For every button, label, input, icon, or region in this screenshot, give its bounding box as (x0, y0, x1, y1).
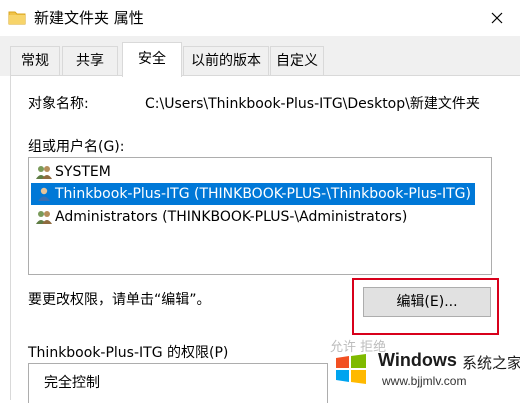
tab-customize[interactable]: 自定义 (270, 46, 324, 75)
list-item-label: SYSTEM (55, 164, 111, 180)
window-title: 新建文件夹 属性 (34, 9, 144, 27)
user-icon (38, 187, 50, 201)
watermark-brand: Windows (378, 350, 457, 370)
close-button[interactable] (474, 0, 520, 36)
user-group-icon (36, 211, 52, 224)
watermark: Windows 系统之家 www.bjjmlv.com (330, 340, 520, 400)
permission-full-control: 完全控制 (44, 375, 100, 391)
tab-strip: 常规 共享 安全 以前的版本 自定义 (0, 36, 520, 77)
watermark-brand-cn: 系统之家 (462, 354, 520, 372)
list-item-label: Thinkbook-Plus-ITG (THINKBOOK-PLUS-\Thin… (55, 186, 471, 202)
tab-previous-versions[interactable]: 以前的版本 (183, 46, 269, 75)
object-name-label: 对象名称: (28, 96, 89, 112)
list-item-label: Administrators (THINKBOOK-PLUS-\Administ… (55, 209, 408, 225)
object-name-value: C:\Users\Thinkbook-Plus-ITG\Desktop\新建文件… (145, 96, 480, 112)
windows-logo-icon (336, 354, 366, 384)
watermark-url: www.bjjmlv.com (382, 374, 467, 388)
list-item-system[interactable]: SYSTEM (31, 161, 115, 183)
tab-sharing[interactable]: 共享 (62, 46, 118, 75)
title-bar: 新建文件夹 属性 (0, 0, 520, 36)
folder-icon (8, 11, 26, 25)
change-permissions-hint: 要更改权限，请单击“编辑”。 (28, 292, 211, 308)
user-group-icon (36, 166, 52, 179)
users-listbox[interactable]: SYSTEM Thinkbook-Plus-ITG (THINKBOOK-PLU… (28, 157, 492, 275)
permissions-label: Thinkbook-Plus-ITG 的权限(P) (28, 345, 229, 361)
edit-button[interactable]: 编辑(E)... (363, 287, 491, 317)
close-icon (491, 12, 503, 24)
list-item-thinkbook-user[interactable]: Thinkbook-Plus-ITG (THINKBOOK-PLUS-\Thin… (31, 183, 475, 205)
tab-security[interactable]: 安全 (122, 42, 182, 77)
group-users-label: 组或用户名(G): (28, 139, 125, 155)
list-item-administrators[interactable]: Administrators (THINKBOOK-PLUS-\Administ… (31, 206, 411, 228)
tab-general[interactable]: 常规 (10, 46, 60, 75)
